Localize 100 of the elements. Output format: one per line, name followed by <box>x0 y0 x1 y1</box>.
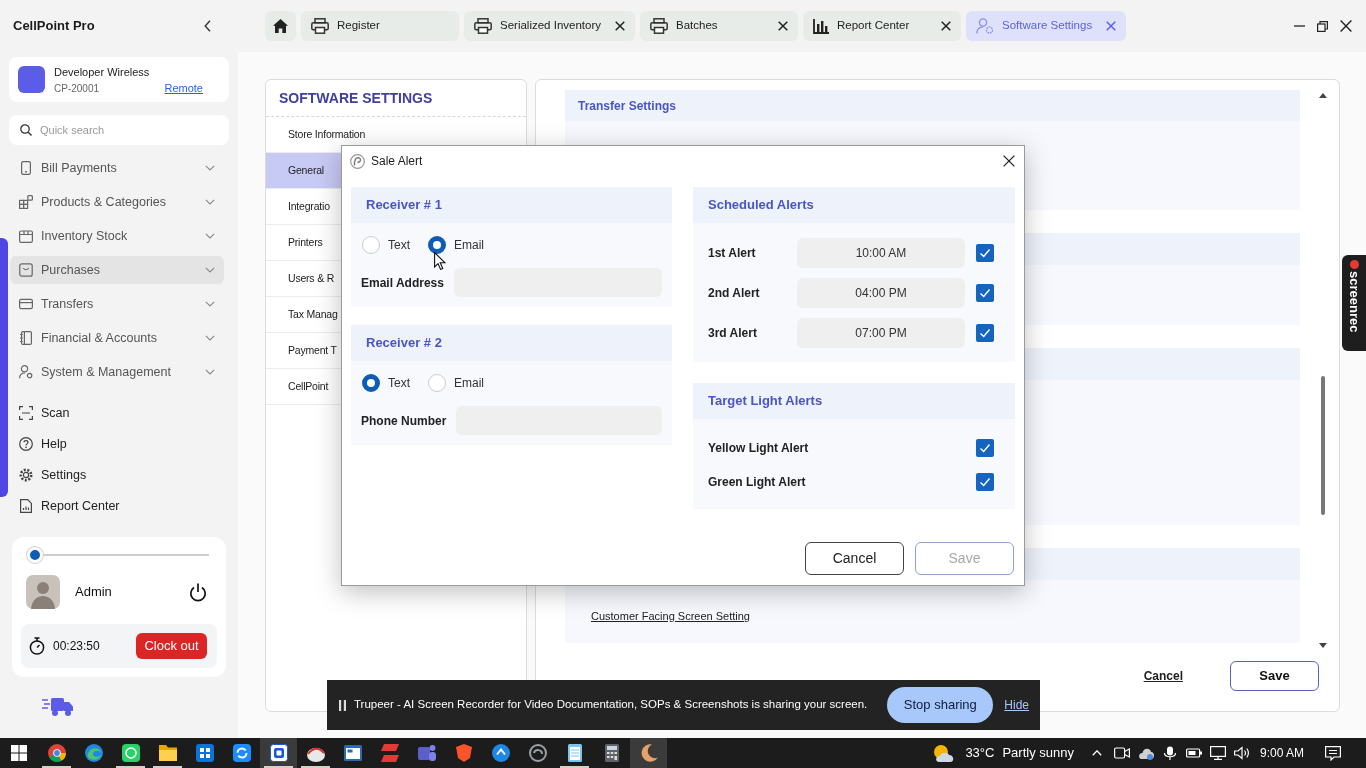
swirl-app-icon <box>528 744 547 762</box>
tab[interactable]: Report Center <box>803 11 961 41</box>
nav-item[interactable]: Products & Categories <box>10 188 224 216</box>
settings-menu-item[interactable]: Store Information <box>266 117 374 152</box>
settings-menu-item[interactable]: CellPoint <box>266 369 341 404</box>
alert-label: Yellow Light Alert <box>708 440 809 457</box>
nav-item[interactable]: Financial & Accounts <box>10 324 224 352</box>
time-field[interactable]: 10:00 AM <box>797 238 965 268</box>
camera-icon[interactable] <box>1113 746 1130 760</box>
scrollbar-thumb[interactable] <box>1321 376 1325 515</box>
scroll-up-arrow-icon[interactable] <box>1319 93 1327 98</box>
checkbox[interactable] <box>976 284 994 302</box>
hide-link[interactable]: Hide <box>1004 696 1029 714</box>
store-code: CP-20001 <box>54 81 100 95</box>
close-icon[interactable] <box>941 21 951 31</box>
radio-label[interactable]: Email <box>454 374 485 392</box>
close-icon[interactable] <box>1340 20 1352 32</box>
sidebar-link[interactable]: Settings <box>10 461 224 489</box>
nav-item[interactable]: Inventory Stock <box>10 222 224 250</box>
checkbox[interactable] <box>976 244 994 262</box>
field-label: Email Address <box>361 274 444 292</box>
settings-menu-item[interactable]: Users & R <box>266 261 343 296</box>
card-title: Receiver # 1 <box>351 187 672 223</box>
sun-cloud-icon[interactable] <box>933 744 956 762</box>
taskbar-clock[interactable]: 9:00 AM <box>1259 744 1304 762</box>
nav-item[interactable]: Bill Payments <box>10 154 224 182</box>
report-document-icon <box>19 499 33 513</box>
close-icon[interactable] <box>1003 155 1015 167</box>
browser-icon <box>47 744 66 762</box>
stopwatch-icon <box>29 637 45 655</box>
time-field[interactable]: 07:00 PM <box>797 318 965 348</box>
chevron-down-icon <box>205 267 215 273</box>
home-icon <box>273 19 288 33</box>
alert-label: Green Light Alert <box>708 474 806 491</box>
settings-menu-item[interactable]: Payment T <box>266 333 345 368</box>
avatar-icon <box>26 575 60 609</box>
notification-icon[interactable] <box>1325 745 1341 761</box>
search-field[interactable]: Quick search <box>9 115 229 145</box>
delivery-truck-icon[interactable] <box>42 697 73 716</box>
app-grid-icon <box>195 744 214 762</box>
radio-label[interactable]: Email <box>454 236 485 254</box>
nav-item[interactable]: Purchases <box>10 256 224 284</box>
radio-button[interactable] <box>428 236 446 254</box>
nav-item[interactable]: Transfers <box>10 290 224 318</box>
tab[interactable]: Serialized Inventory <box>464 11 635 41</box>
scroll-down-arrow-icon[interactable] <box>1319 643 1327 648</box>
temperature[interactable]: 33°C <box>965 743 995 763</box>
chevron-down-icon <box>205 301 215 307</box>
taskbar-app-button[interactable] <box>260 738 297 768</box>
remote-link[interactable]: Remote <box>164 81 203 95</box>
sidebar-link[interactable]: Scan <box>10 399 224 427</box>
battery-icon[interactable] <box>1185 746 1202 760</box>
weather-condition[interactable]: Partly sunny <box>1002 743 1074 763</box>
chevron-down-icon <box>205 369 215 375</box>
chevron-up-icon[interactable] <box>1091 750 1102 756</box>
square-app-icon <box>269 744 288 762</box>
recorder-tab[interactable]: screenrec <box>1342 255 1366 351</box>
restore-icon[interactable] <box>1317 20 1328 32</box>
settings-menu-item[interactable]: General <box>266 153 341 188</box>
stop-sharing-button[interactable]: Stop sharing <box>887 687 994 723</box>
close-icon[interactable] <box>778 21 788 31</box>
microphone-icon[interactable] <box>1161 746 1178 760</box>
radio-label[interactable]: Text <box>388 374 410 392</box>
save-button[interactable]: Save <box>1230 661 1319 691</box>
user-gear-icon <box>19 365 33 379</box>
side-handle-bar[interactable] <box>0 238 8 497</box>
close-icon[interactable] <box>615 21 625 31</box>
home-tab[interactable] <box>265 11 296 41</box>
time-field[interactable]: 04:00 PM <box>797 278 965 308</box>
sidebar-link[interactable]: Help <box>10 430 224 458</box>
checkbox[interactable] <box>976 324 994 342</box>
settings-menu-item[interactable]: Integratio <box>266 189 341 224</box>
dialog-button[interactable]: Cancel <box>805 542 904 575</box>
clock-out-button[interactable]: Clock out <box>136 633 207 659</box>
cloud-icon[interactable] <box>1137 746 1154 760</box>
settings-menu-title: SOFTWARE SETTINGS <box>266 80 526 117</box>
tab[interactable]: Software Settings <box>966 11 1127 41</box>
stripes-app-icon <box>380 744 399 762</box>
tab[interactable]: Batches <box>640 11 798 41</box>
chevron-left-icon[interactable] <box>204 20 211 32</box>
swirl-browser-icon <box>84 744 103 762</box>
pause-icon[interactable] <box>339 699 346 711</box>
nav-item[interactable]: System & Management <box>10 358 224 386</box>
shield-app-icon <box>454 744 473 762</box>
cancel-link[interactable]: Cancel <box>1143 667 1183 685</box>
notebook-icon <box>19 331 33 345</box>
tab[interactable]: Register <box>301 11 459 41</box>
network-icon[interactable] <box>1209 746 1226 760</box>
radio-button[interactable] <box>362 374 380 392</box>
recorder-label: screenrec <box>1346 271 1362 333</box>
checkbox[interactable] <box>976 439 994 457</box>
power-icon[interactable] <box>189 582 207 602</box>
sidebar-link[interactable]: Report Center <box>10 492 224 520</box>
chevron-down-icon <box>205 165 215 171</box>
radio-label[interactable]: Text <box>388 236 410 254</box>
text-link[interactable]: Customer Facing Screen Setting <box>591 608 750 625</box>
slider-thumb[interactable] <box>27 547 43 563</box>
settings-menu-item[interactable]: Printers <box>266 225 341 260</box>
speaker-icon[interactable] <box>1233 746 1250 760</box>
checkbox[interactable] <box>976 473 994 491</box>
